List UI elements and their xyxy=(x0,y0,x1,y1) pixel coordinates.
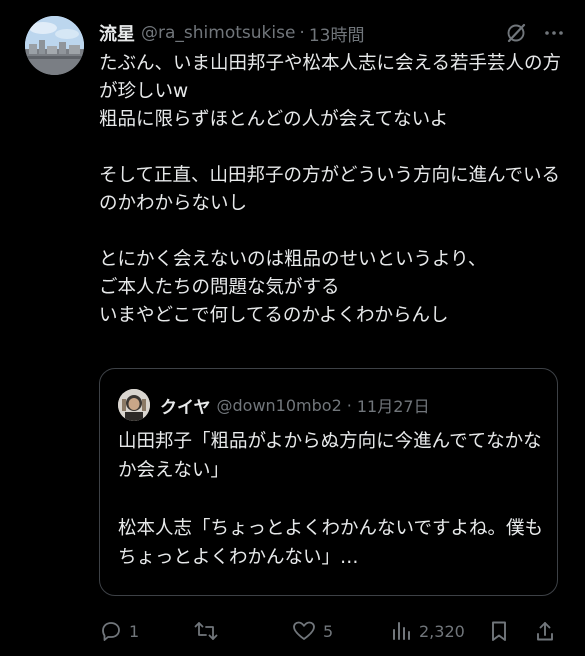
quoted-tweet-header: クイヤ @down10mbo2 · 11月27日 xyxy=(118,389,547,421)
user-handle[interactable]: @ra_shimotsukise xyxy=(141,23,295,43)
reply-icon xyxy=(99,619,123,643)
avatar[interactable] xyxy=(25,16,84,75)
tweet-paragraph: そして正直、山田邦子の方がどういう方向に進んでいるのかわからないし xyxy=(99,165,561,214)
tweet-header: 流星 @ra_shimotsukise · 13時間 xyxy=(99,18,565,48)
like-button[interactable]: 5 xyxy=(291,615,333,647)
views-count: 2,320 xyxy=(419,621,465,641)
heart-icon xyxy=(291,619,317,643)
grok-icon[interactable] xyxy=(505,22,527,44)
action-bar: 1 5 2,320 xyxy=(99,615,559,647)
share-button[interactable] xyxy=(534,615,556,647)
quoted-tweet-text: 山田邦子「粗品がよからぬ方向に今進んでてなかなか会えない」 松本人志「ちょっとよ… xyxy=(118,427,543,572)
bookmark-button[interactable] xyxy=(488,615,510,647)
views-button[interactable]: 2,320 xyxy=(389,615,465,647)
avatar-image xyxy=(25,16,84,75)
reply-button[interactable]: 1 xyxy=(99,615,139,647)
quoted-paragraph: 松本人志「ちょっとよくわかんないですよね。僕もちょっとよくわかんない」… xyxy=(118,518,543,568)
quoted-user-handle: @down10mbo2 xyxy=(216,395,342,415)
quoted-tweet[interactable]: クイヤ @down10mbo2 · 11月27日 山田邦子「粗品がよからぬ方向に… xyxy=(99,368,558,596)
reply-count: 1 xyxy=(129,621,140,641)
separator-dot: · xyxy=(299,23,305,43)
bookmark-icon xyxy=(488,619,510,643)
retweet-icon xyxy=(193,619,219,643)
quoted-avatar xyxy=(118,389,150,421)
display-name[interactable]: 流星 xyxy=(99,20,135,46)
quoted-paragraph: 山田邦子「粗品がよからぬ方向に今進んでてなかなか会えない」 xyxy=(118,431,542,481)
tweet-text: たぶん、いま山田邦子や松本人志に会える若手芸人の方が珍しいw 粗品に限らずほとん… xyxy=(99,50,564,330)
tweet-paragraph: たぶん、いま山田邦子や松本人志に会える若手芸人の方が珍しいw 粗品に限らずほとん… xyxy=(99,53,561,130)
quoted-display-name: クイヤ xyxy=(160,397,211,418)
tweet-paragraph: とにかく会えないのは粗品のせいというより、 ご本人たちの問題な気がする いまやど… xyxy=(99,249,487,326)
separator-dot: · xyxy=(346,395,352,415)
timestamp[interactable]: 13時間 xyxy=(309,21,365,46)
views-icon xyxy=(389,619,413,643)
more-icon[interactable] xyxy=(543,22,565,44)
share-icon xyxy=(534,619,556,643)
like-count: 5 xyxy=(323,621,334,641)
retweet-button[interactable] xyxy=(193,615,225,647)
quoted-date: 11月27日 xyxy=(356,397,430,416)
